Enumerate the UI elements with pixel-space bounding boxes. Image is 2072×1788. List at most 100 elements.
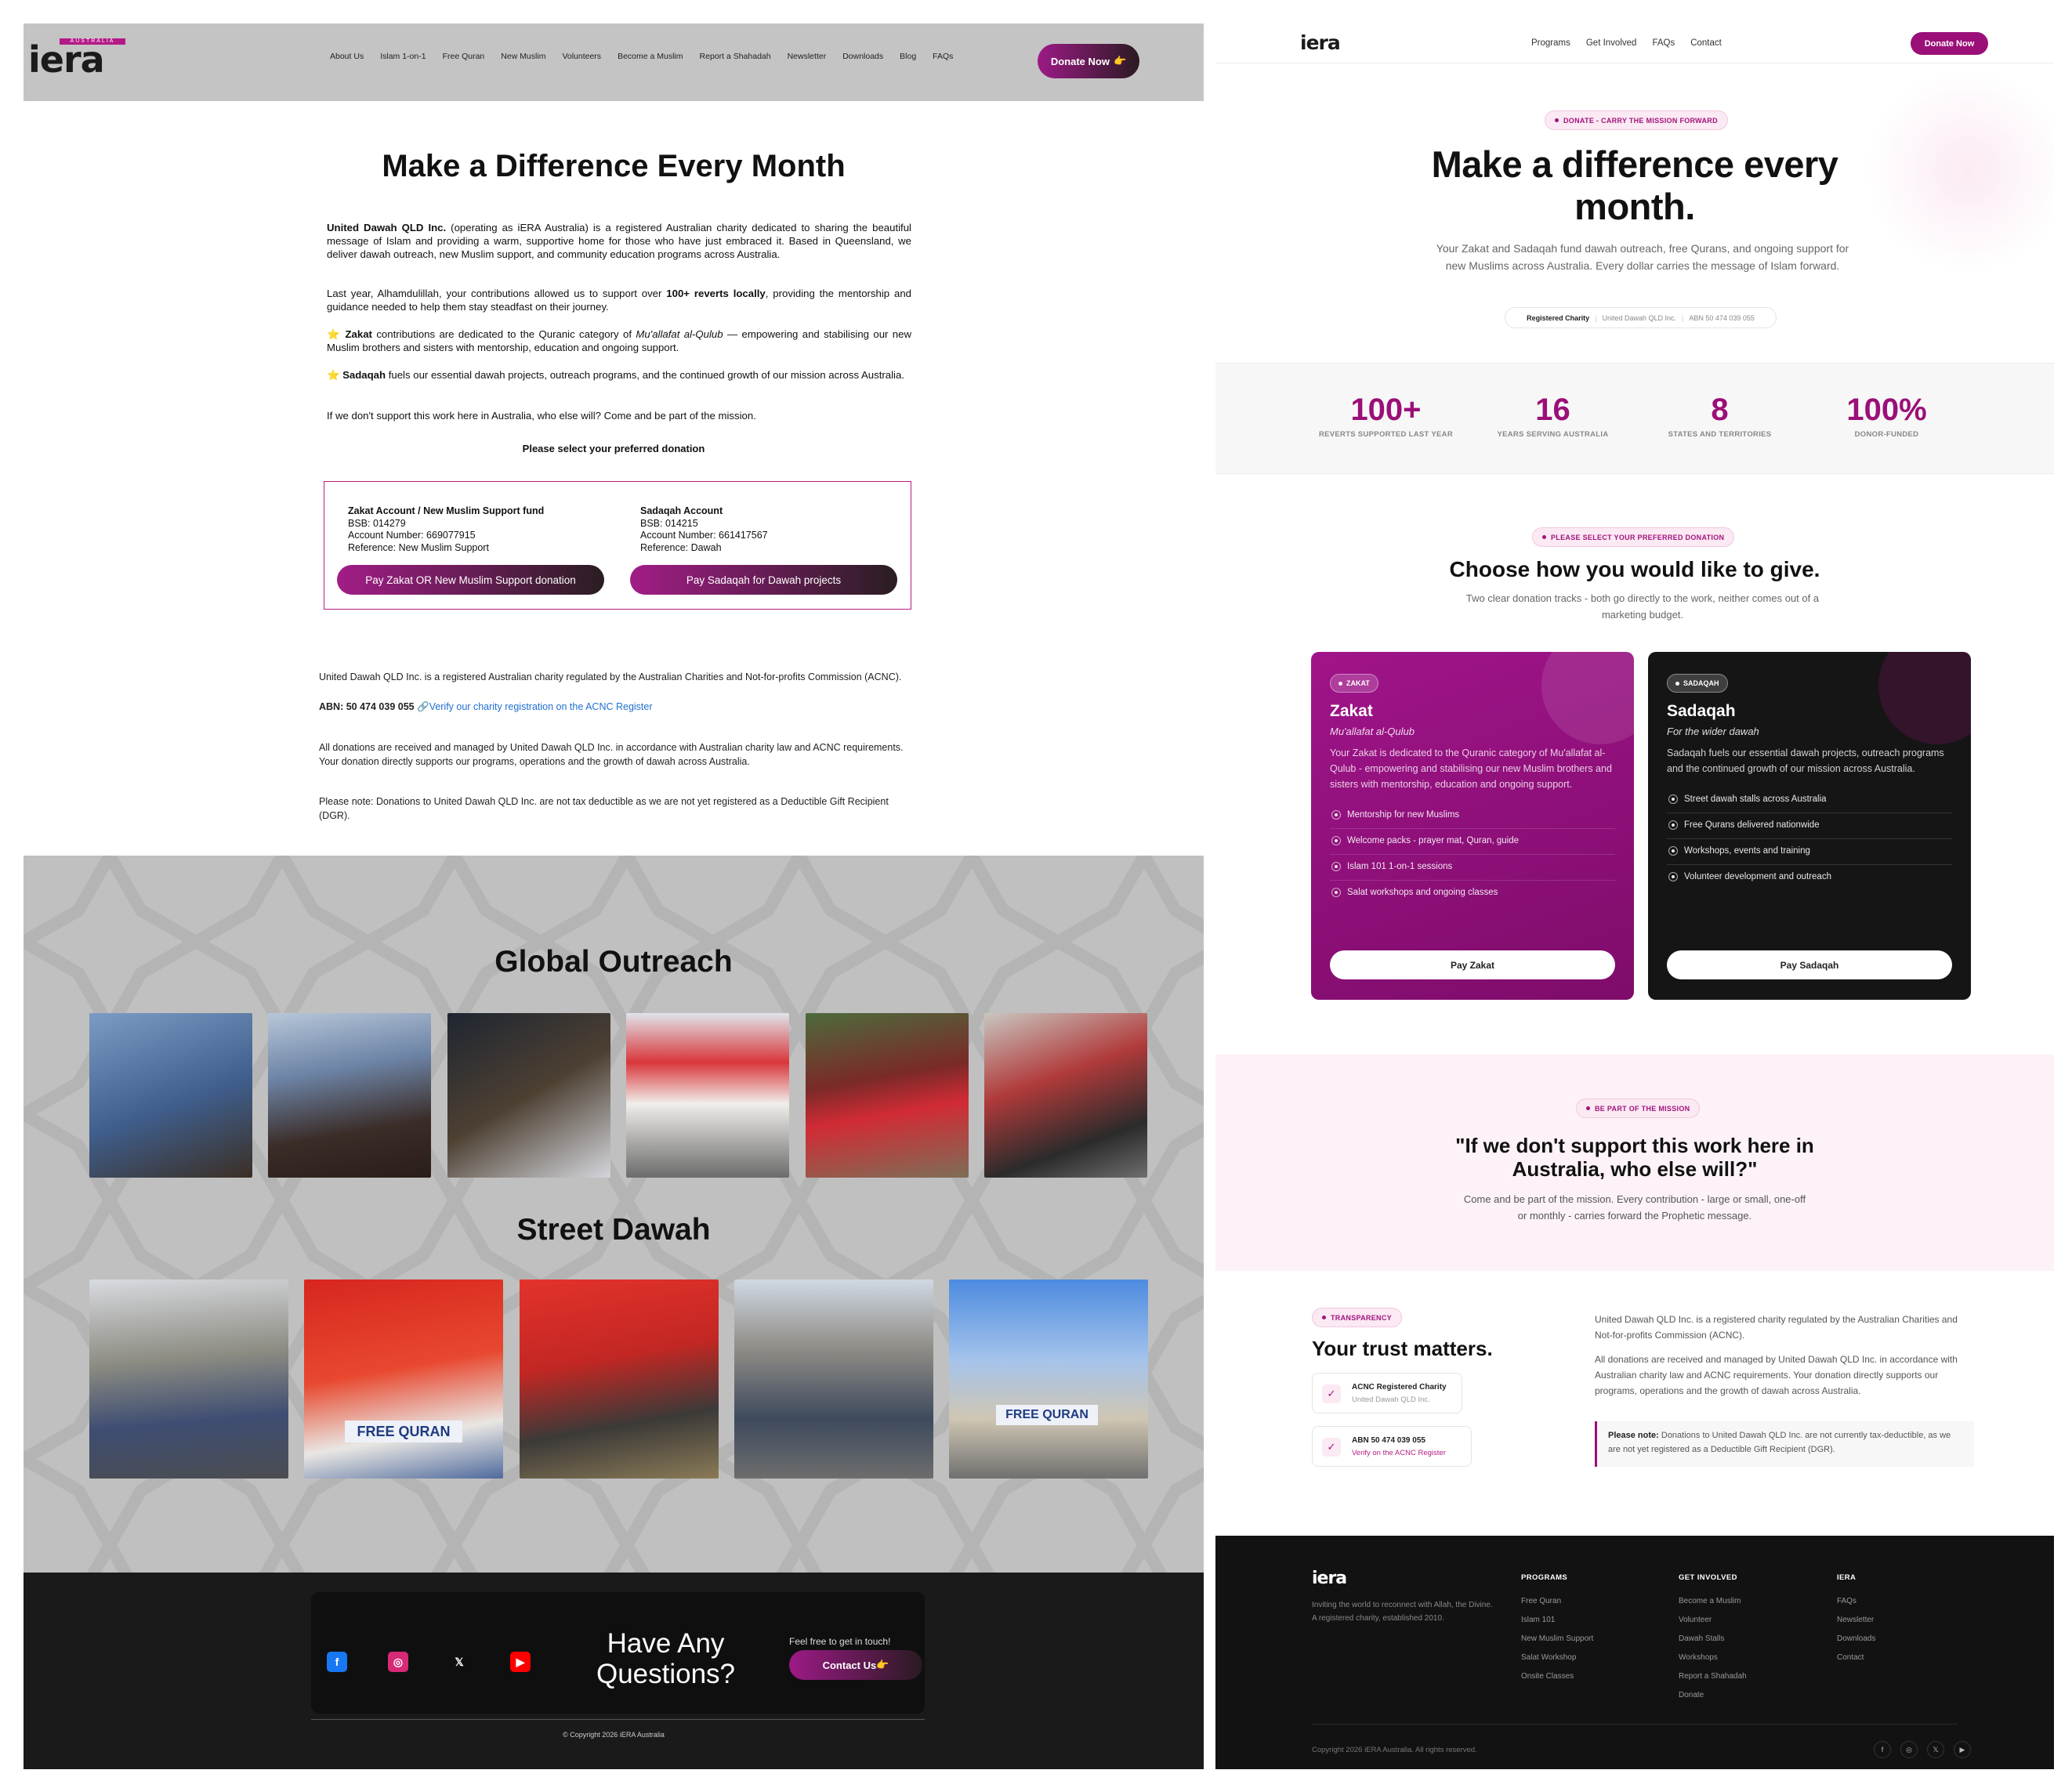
outreach-photo[interactable] bbox=[447, 1013, 610, 1178]
street-dawah-photo[interactable] bbox=[520, 1279, 719, 1479]
zakat-description: Your Zakat is dedicated to the Quranic c… bbox=[1330, 747, 1612, 790]
zakat-account: Zakat Account / New Muslim Support fund … bbox=[348, 505, 614, 554]
menu-item[interactable]: Newsletter bbox=[788, 52, 827, 61]
page-title: Make a Difference Every Month bbox=[382, 149, 846, 183]
sadaqah-tag-label: SADAQAH bbox=[1683, 679, 1719, 687]
original-page: AUSTRALIA iera About Us Islam 1-on-1 Fre… bbox=[24, 24, 1204, 1769]
main-menu: Programs Get Involved FAQs Contact bbox=[1531, 38, 1722, 48]
footer-link[interactable]: Donate bbox=[1679, 1686, 1747, 1705]
footer-link[interactable]: Workshops bbox=[1679, 1649, 1747, 1667]
footer-divider bbox=[1312, 1724, 1958, 1725]
menu-item[interactable]: Islam 1-on-1 bbox=[380, 52, 426, 61]
main-menu: About Us Islam 1-on-1 Free Quran New Mus… bbox=[330, 52, 953, 61]
donate-button[interactable]: Donate Now bbox=[1911, 32, 1988, 55]
mission-subtitle: Come and be part of the mission. Every c… bbox=[1463, 1193, 1806, 1222]
acnc-register-link[interactable]: Verify on the ACNC Register bbox=[1352, 1449, 1446, 1457]
menu-item[interactable]: Report a Shahadah bbox=[700, 52, 771, 61]
free-quran-banner: FREE QURAN bbox=[345, 1421, 462, 1442]
zakat-tag: ZAKAT bbox=[1330, 674, 1378, 693]
menu-item[interactable]: Programs bbox=[1531, 38, 1570, 48]
pay-zakat-button[interactable]: Pay Zakat OR New Muslim Support donation bbox=[337, 565, 604, 595]
acnc-verify-link[interactable]: Verify our charity registration on the A… bbox=[429, 701, 653, 712]
menu-item[interactable]: FAQs bbox=[1652, 38, 1675, 48]
footer-link[interactable]: Become a Muslim bbox=[1679, 1592, 1747, 1611]
facebook-icon[interactable]: f bbox=[1874, 1741, 1891, 1758]
outreach-photo[interactable] bbox=[806, 1013, 969, 1178]
menu-item[interactable]: Free Quran bbox=[443, 52, 485, 61]
footer-link[interactable]: Onsite Classes bbox=[1521, 1667, 1593, 1686]
stat-label: YEARS SERVING AUSTRALIA bbox=[1497, 430, 1609, 439]
top-nav: AUSTRALIA iera About Us Islam 1-on-1 Fre… bbox=[24, 24, 1204, 101]
copyright: Copyright 2026 iERA Australia. All right… bbox=[1312, 1746, 1477, 1754]
outreach-photo[interactable] bbox=[268, 1013, 431, 1178]
x-icon[interactable]: 𝕏 bbox=[449, 1652, 469, 1672]
note-label: Please note: bbox=[1608, 1431, 1659, 1440]
link-icon: 🔗 bbox=[417, 701, 429, 712]
mission-pill: BE PART OF THE MISSION bbox=[1576, 1098, 1701, 1118]
street-dawah-photo[interactable] bbox=[89, 1279, 288, 1479]
abn-badge-title: ABN 50 474 039 055 bbox=[1352, 1436, 1425, 1445]
pay-sadaqah-button[interactable]: Pay Sadaqah for Dawah projects bbox=[630, 565, 897, 595]
street-dawah-photo[interactable]: FREE QURAN bbox=[949, 1279, 1148, 1479]
donate-button[interactable]: Donate Now 👉 bbox=[1038, 44, 1139, 78]
menu-item[interactable]: Blog bbox=[900, 52, 916, 61]
youtube-icon[interactable]: ▶ bbox=[1954, 1741, 1971, 1758]
acnc-statement: United Dawah QLD Inc. is a registered ch… bbox=[1595, 1314, 1958, 1341]
footer-link[interactable]: Contact bbox=[1837, 1649, 1875, 1667]
hero-subtitle: Your Zakat and Sadaqah fund dawah outrea… bbox=[1436, 242, 1849, 272]
menu-item[interactable]: Downloads bbox=[842, 52, 883, 61]
menu-item[interactable]: Contact bbox=[1690, 38, 1722, 48]
x-icon[interactable]: 𝕏 bbox=[1927, 1741, 1944, 1758]
menu-item[interactable]: Get Involved bbox=[1586, 38, 1637, 48]
footer-link[interactable]: Volunteer bbox=[1679, 1611, 1747, 1630]
footer-link[interactable]: Free Quran bbox=[1521, 1592, 1593, 1611]
stat-value: 100% bbox=[1846, 393, 1927, 427]
iera-logo[interactable]: iera bbox=[1300, 31, 1341, 54]
free-quran-banner: FREE QURAN bbox=[996, 1405, 1098, 1425]
footer-link[interactable]: Report a Shahadah bbox=[1679, 1667, 1747, 1686]
footer-link[interactable]: New Muslim Support bbox=[1521, 1630, 1593, 1649]
menu-item[interactable]: New Muslim bbox=[501, 52, 545, 61]
separator: | bbox=[1595, 313, 1597, 322]
top-nav: iera Programs Get Involved FAQs Contact … bbox=[1215, 22, 2054, 63]
instagram-icon[interactable]: ◎ bbox=[1900, 1741, 1918, 1758]
zakat-benefits: Mentorship for new Muslims Welcome packs… bbox=[1330, 803, 1615, 906]
stat-value: 8 bbox=[1711, 393, 1729, 427]
footer-link[interactable]: Salat Workshop bbox=[1521, 1649, 1593, 1667]
zakat-label: Zakat bbox=[345, 328, 372, 340]
street-dawah-photo[interactable] bbox=[734, 1279, 933, 1479]
check-icon: ✓ bbox=[1322, 1438, 1341, 1457]
outreach-photo[interactable] bbox=[626, 1013, 789, 1178]
footer-link[interactable]: Islam 101 bbox=[1521, 1611, 1593, 1630]
menu-item[interactable]: Become a Muslim bbox=[618, 52, 683, 61]
youtube-icon[interactable]: ▶ bbox=[510, 1652, 531, 1672]
footer-link[interactable]: Dawah Stalls bbox=[1679, 1630, 1747, 1649]
facebook-icon[interactable]: f bbox=[327, 1652, 347, 1672]
footer-link[interactable]: Newsletter bbox=[1837, 1611, 1875, 1630]
registered-label: Registered Charity bbox=[1527, 313, 1590, 322]
footer-logo[interactable]: iera bbox=[1312, 1569, 1347, 1588]
menu-item[interactable]: Volunteers bbox=[562, 52, 601, 61]
logo-wordmark: iera bbox=[28, 38, 105, 81]
stat-states: 8 STATES AND TERRITORIES bbox=[1636, 393, 1804, 439]
street-dawah-photo[interactable]: FREE QURAN bbox=[304, 1279, 503, 1479]
iera-logo[interactable]: AUSTRALIA iera bbox=[28, 37, 125, 78]
dot-icon bbox=[1555, 118, 1559, 122]
zakat-tag-label: ZAKAT bbox=[1346, 679, 1370, 687]
footer-link[interactable]: FAQs bbox=[1837, 1592, 1875, 1611]
stat-label: STATES AND TERRITORIES bbox=[1668, 430, 1772, 439]
pointing-hand-icon: 👉 bbox=[876, 1659, 889, 1670]
pay-sadaqah-button[interactable]: Pay Sadaqah bbox=[1667, 950, 1952, 979]
outreach-photo[interactable] bbox=[89, 1013, 252, 1178]
stat-value: 16 bbox=[1535, 393, 1570, 427]
sadaqah-subtitle: For the wider dawah bbox=[1667, 726, 1759, 737]
outreach-photo[interactable] bbox=[984, 1013, 1147, 1178]
dot-icon bbox=[1338, 681, 1342, 686]
registered-abn: ABN 50 474 039 055 bbox=[1689, 313, 1755, 322]
footer-link[interactable]: Downloads bbox=[1837, 1630, 1875, 1649]
menu-item[interactable]: About Us bbox=[330, 52, 364, 61]
instagram-icon[interactable]: ◎ bbox=[388, 1652, 408, 1672]
menu-item[interactable]: FAQs bbox=[933, 52, 953, 61]
contact-us-button[interactable]: Contact Us 👉 bbox=[789, 1650, 922, 1680]
pay-zakat-button[interactable]: Pay Zakat bbox=[1330, 950, 1615, 979]
